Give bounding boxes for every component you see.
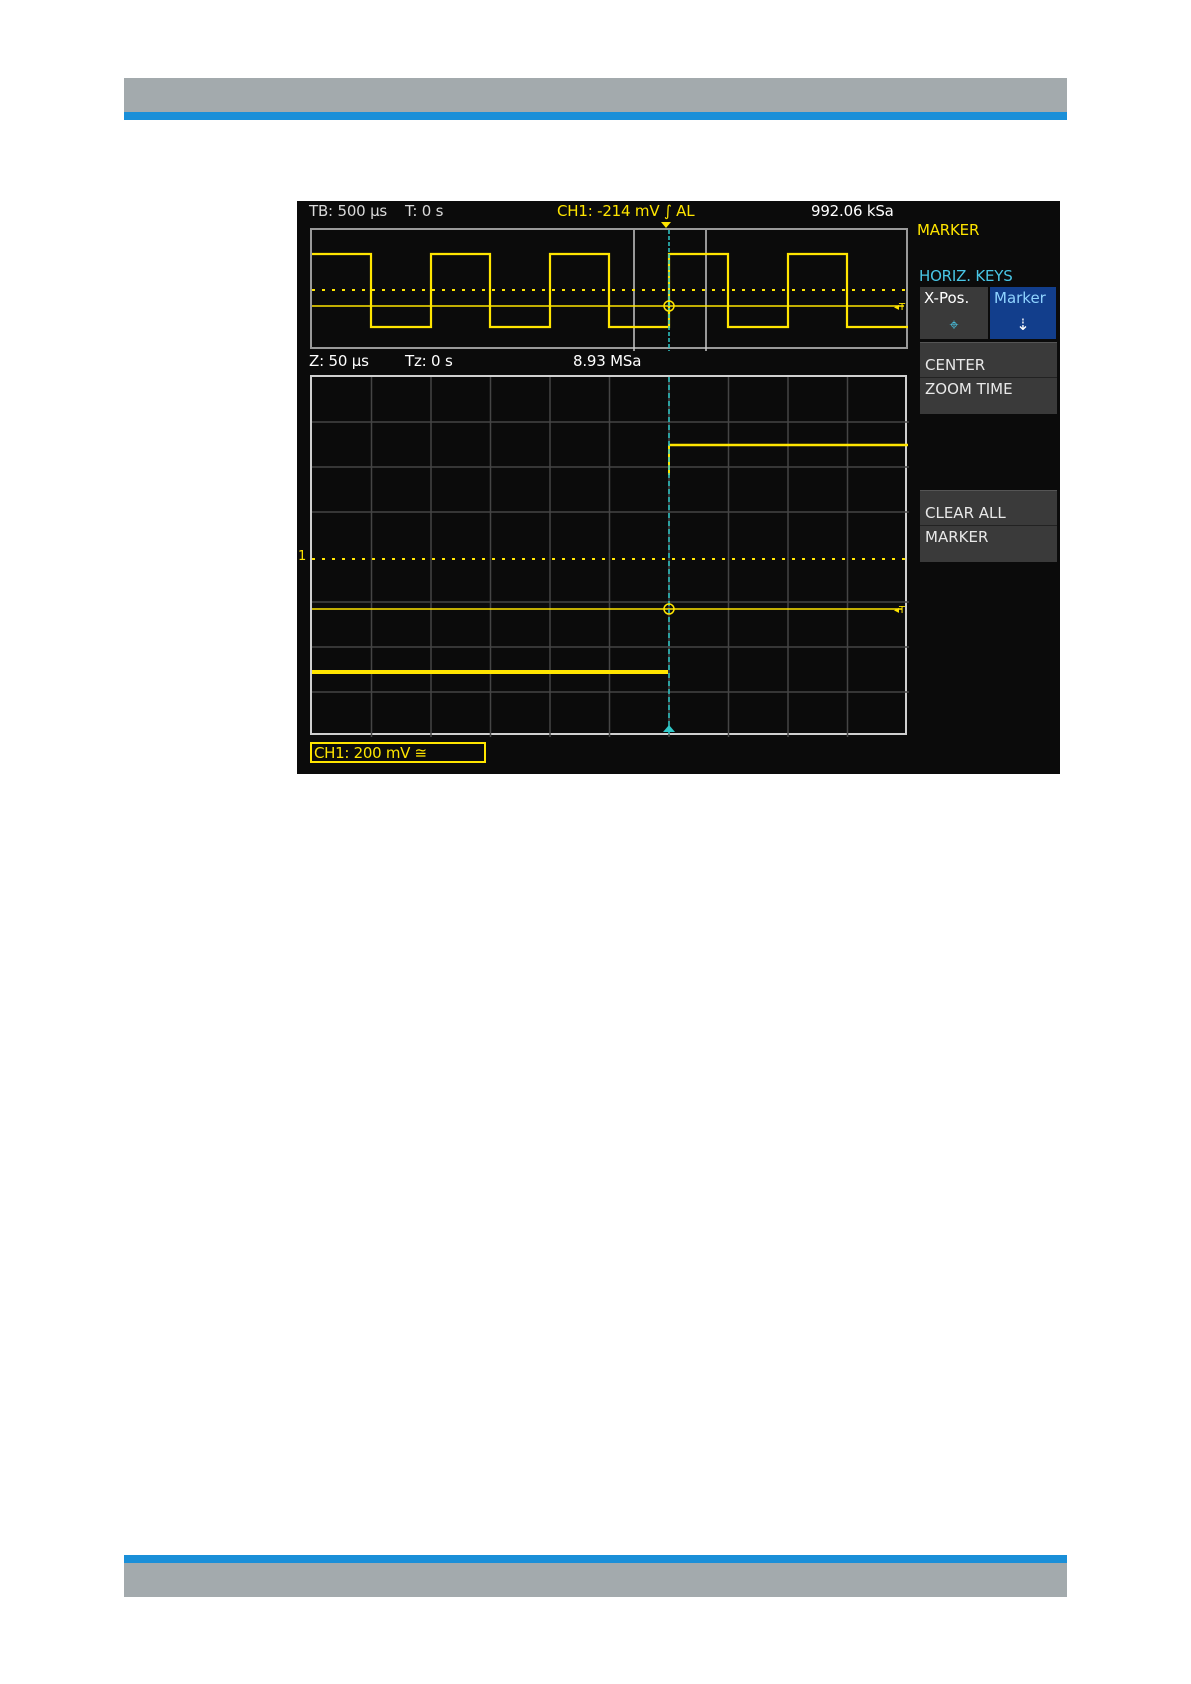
center-zoom-line-2: ZOOM TIME bbox=[925, 380, 1013, 398]
page-header-band bbox=[124, 78, 1067, 112]
overview-waveform-window: ◂T bbox=[310, 228, 908, 351]
zoom-timebase-readout: Z: 50 µs bbox=[309, 352, 369, 370]
crosshair-icon: ⌖ bbox=[949, 315, 959, 334]
zoom-waveform: ◂T bbox=[312, 377, 909, 737]
oscilloscope-screen: TB: 500 µs T: 0 s CH1: -214 mV ∫ AL 992.… bbox=[297, 201, 1060, 774]
svg-text:◂T: ◂T bbox=[894, 605, 906, 616]
page-footer-accent bbox=[124, 1555, 1067, 1563]
marker-arrow-icon: ⇣ bbox=[1016, 315, 1030, 334]
clear-all-line-2: MARKER bbox=[925, 528, 989, 546]
page-header-accent bbox=[124, 112, 1067, 120]
channel-scale-badge: CH1: 200 mV ≅ bbox=[310, 742, 486, 763]
channel-reference-marker: 1 bbox=[298, 549, 307, 564]
menu-title: MARKER bbox=[917, 221, 980, 239]
marker-softkey[interactable]: Marker ⇣ bbox=[990, 287, 1056, 339]
zoom-waveform-window: ◂T bbox=[310, 375, 909, 737]
channel-scale-label: CH1: 200 mV ≅ bbox=[314, 744, 427, 762]
marker-label: Marker bbox=[994, 289, 1046, 307]
overview-waveform: ◂T bbox=[312, 230, 908, 351]
center-zoom-time-softkey[interactable]: CENTER ZOOM TIME bbox=[920, 342, 1057, 414]
horiz-keys-label: HORIZ. KEYS bbox=[919, 267, 1013, 285]
zoom-sample-rate-readout: 8.93 MSa bbox=[573, 352, 642, 370]
svg-text:◂T: ◂T bbox=[894, 302, 906, 313]
xpos-label: X-Pos. bbox=[924, 289, 970, 307]
clear-all-line-1: CLEAR ALL bbox=[925, 504, 1006, 522]
zoom-trigger-time-readout: Tz: 0 s bbox=[405, 352, 453, 370]
xpos-softkey[interactable]: X-Pos. ⌖ bbox=[920, 287, 988, 339]
clear-all-marker-softkey[interactable]: CLEAR ALL MARKER bbox=[920, 490, 1057, 562]
center-zoom-line-1: CENTER bbox=[925, 356, 986, 374]
page-footer-band bbox=[124, 1563, 1067, 1597]
